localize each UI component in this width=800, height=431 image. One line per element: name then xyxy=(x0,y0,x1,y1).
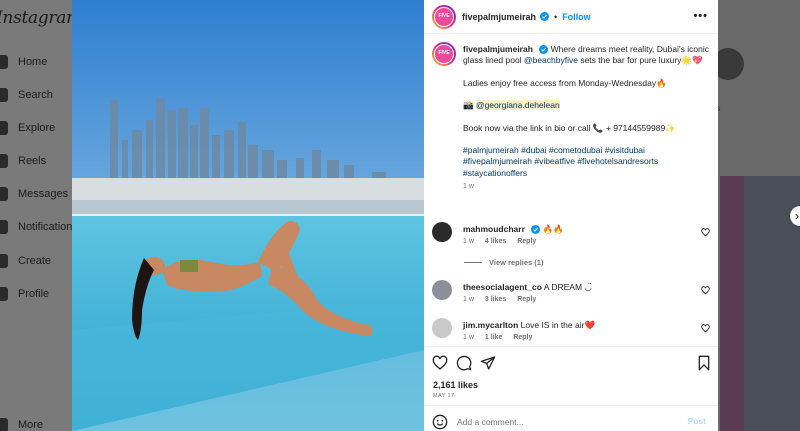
divider xyxy=(424,405,718,406)
commenter-avatar[interactable] xyxy=(432,280,452,300)
commenter-username[interactable]: jim.mycarlton xyxy=(463,320,518,330)
camera-emoji: 📸 xyxy=(463,100,476,111)
like-heart-icon[interactable] xyxy=(432,355,448,371)
comment-likes[interactable]: 1 like xyxy=(485,334,503,341)
save-bookmark-icon[interactable] xyxy=(696,355,712,371)
view-replies-button[interactable]: View replies (1) xyxy=(464,258,543,267)
post-photo xyxy=(72,0,424,431)
comment-meta: 1 w 3 likes Reply xyxy=(463,296,545,303)
comment-text-line: theesocialagent_co A DREAM ◡̈ xyxy=(463,282,691,293)
caption-text: sets the bar for pure luxury🌟💖 xyxy=(577,55,703,66)
photographer-mention-link[interactable]: @georgiana.dehelean xyxy=(475,100,560,111)
more-options-icon[interactable]: ••• xyxy=(693,10,708,22)
background-sidebar: Instagram Home Search Explore Reels Mess… xyxy=(0,0,82,431)
comment-input[interactable] xyxy=(457,417,677,427)
share-paper-plane-icon[interactable] xyxy=(480,355,496,371)
home-icon xyxy=(0,55,8,69)
plus-square-icon xyxy=(0,254,8,268)
post-comment-button[interactable]: Post xyxy=(688,416,706,426)
comment-meta: 1 w 4 likes Reply xyxy=(463,238,545,245)
comment-like-heart-icon[interactable] xyxy=(701,228,710,237)
comment-likes[interactable]: 4 likes xyxy=(485,238,506,245)
caption-text: Ladies enjoy free access from Monday-Wed… xyxy=(463,77,667,88)
separator-dot: • xyxy=(554,11,558,22)
add-comment-bar: Post xyxy=(432,413,712,431)
caption-timestamp[interactable]: 1 w xyxy=(463,181,711,192)
bg-nav-reels: Reels xyxy=(0,154,46,168)
bg-nav-messages: Messages xyxy=(0,187,68,201)
comment-text: 🔥🔥 xyxy=(542,224,564,234)
author-avatar[interactable]: FIVE xyxy=(432,4,456,29)
commenter-avatar[interactable] xyxy=(432,318,452,338)
verified-badge-icon xyxy=(539,45,549,55)
reply-button[interactable]: Reply xyxy=(517,296,536,303)
comment-meta: 1 w 1 like Reply xyxy=(463,334,541,341)
verified-badge-icon xyxy=(531,225,541,235)
comment-time[interactable]: 1 w xyxy=(463,334,474,341)
post-header: FIVE fivepalmjumeirah • Follow ••• xyxy=(424,0,718,34)
caption-text: Book now via the link in bio or call 📞 +… xyxy=(463,122,676,133)
reply-button[interactable]: Reply xyxy=(517,238,536,245)
reply-button[interactable]: Reply xyxy=(513,334,532,341)
profile-icon xyxy=(0,287,8,301)
comment-text: A DREAM ◡̈ xyxy=(543,282,592,292)
search-icon xyxy=(0,88,8,102)
comment-like-heart-icon[interactable] xyxy=(701,324,710,333)
comment-time[interactable]: 1 w xyxy=(463,296,474,303)
post-date[interactable]: MAY 17 xyxy=(433,393,454,399)
likes-count[interactable]: 2,161 likes xyxy=(433,380,478,390)
post-details-panel: FIVE fivepalmjumeirah • Follow ••• FIVE … xyxy=(424,0,718,431)
commenter-avatar[interactable] xyxy=(432,222,452,242)
caption-author-avatar[interactable]: FIVE xyxy=(432,42,456,66)
heart-icon xyxy=(0,220,8,234)
comment-text-line: mahmoudcharr 🔥🔥 xyxy=(463,224,691,235)
mention-link[interactable]: @beachbyfive xyxy=(524,55,578,65)
pool-photo-illustration xyxy=(72,0,424,431)
hashtag-links[interactable]: #palmjumeirah #dubai #cometodubai #visit… xyxy=(463,145,711,179)
bg-nav-explore: Explore xyxy=(0,121,55,135)
commenter-username[interactable]: mahmoudcharr xyxy=(463,224,525,234)
reels-icon xyxy=(0,154,8,168)
bg-nav-notifications: Notifications xyxy=(0,220,78,234)
menu-icon xyxy=(0,418,8,431)
instagram-logo: Instagram xyxy=(0,8,82,28)
author-username[interactable]: fivepalmjumeirah xyxy=(462,12,536,22)
commenter-username[interactable]: theesocialagent_co xyxy=(463,282,542,292)
bg-nav-home: Home xyxy=(0,55,47,69)
bg-nav-search: Search xyxy=(0,88,53,102)
comment-like-heart-icon[interactable] xyxy=(701,286,710,295)
verified-badge-icon xyxy=(540,12,550,21)
background-thumbnail xyxy=(720,176,744,431)
comment-likes[interactable]: 3 likes xyxy=(485,296,506,303)
emoji-smiley-icon[interactable] xyxy=(432,414,448,430)
comment-bubble-icon[interactable] xyxy=(456,355,472,371)
comment-text: Love IS in the air❤️ xyxy=(520,320,596,330)
replies-line xyxy=(464,262,482,263)
comment-text-line: jim.mycarlton Love IS in the air❤️ xyxy=(463,320,691,331)
compass-icon xyxy=(0,121,8,135)
divider xyxy=(424,346,718,347)
post-caption: fivepalmjumeirah Where dreams meet reali… xyxy=(463,44,711,193)
messenger-icon xyxy=(0,187,8,201)
post-action-bar xyxy=(432,353,712,373)
caption-username[interactable]: fivepalmjumeirah xyxy=(463,44,533,54)
bg-nav-create: Create xyxy=(0,254,51,268)
comment-time[interactable]: 1 w xyxy=(463,238,474,245)
follow-button[interactable]: Follow xyxy=(562,12,591,22)
bg-nav-more: More xyxy=(0,418,43,431)
bg-nav-profile: Profile xyxy=(0,287,49,301)
